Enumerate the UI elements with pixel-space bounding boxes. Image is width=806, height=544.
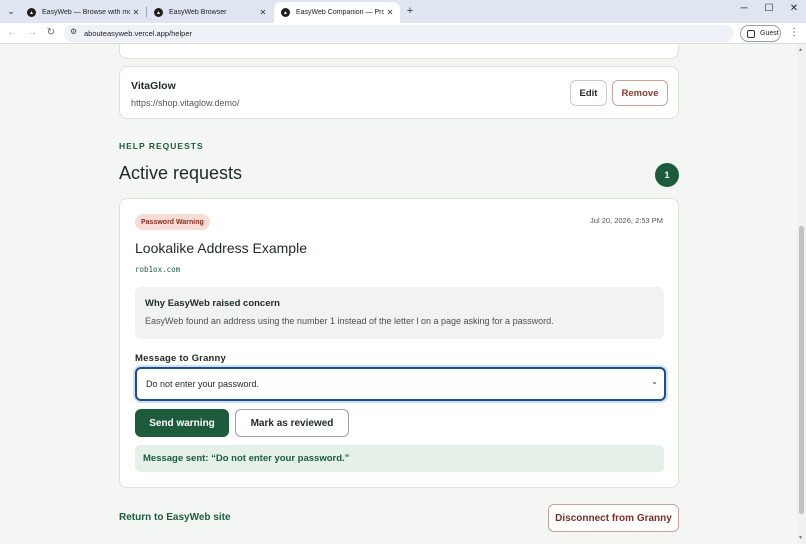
site-name: VitaGlow: [131, 80, 176, 92]
site-url: https://shop.vitaglow.demo/: [131, 98, 240, 108]
mark-reviewed-button[interactable]: Mark as reviewed: [235, 409, 349, 437]
tab-easyweb-companion[interactable]: ▲ EasyWeb Companion — Protot ✕: [274, 2, 400, 23]
easyweb-favicon-icon: ▲: [281, 8, 290, 17]
request-title: Lookalike Address Example: [135, 240, 307, 256]
status-badge: Password Warning: [135, 214, 210, 230]
tab-search-chevron-icon[interactable]: ⌄: [3, 3, 19, 19]
message-select-value: Do not enter your password.: [146, 379, 260, 389]
forward-arrow-icon[interactable]: →: [26, 27, 38, 38]
tab-easyweb-browser[interactable]: ▲ EasyWeb Browser ✕: [147, 2, 273, 23]
disconnect-button[interactable]: Disconnect from Granny: [548, 504, 679, 532]
request-domain: rob1ox.com: [135, 265, 181, 274]
scroll-thumb[interactable]: [799, 226, 804, 514]
more-menu-icon[interactable]: ⋮: [789, 27, 799, 38]
close-icon[interactable]: ✕: [130, 8, 142, 17]
maximize-button[interactable]: ☐: [761, 3, 777, 14]
concern-text: EasyWeb found an address using the numbe…: [145, 316, 554, 326]
site-settings-icon[interactable]: ⚙: [70, 27, 77, 36]
page-content: VitaGlow https://shop.vitaglow.demo/ Edi…: [0, 44, 797, 544]
profile-button[interactable]: Guest: [740, 25, 781, 42]
sent-confirmation: Message sent: “Do not enter your passwor…: [135, 445, 664, 472]
concern-box: Why EasyWeb raised concern EasyWeb found…: [135, 287, 664, 339]
send-warning-button[interactable]: Send warning: [135, 409, 229, 437]
site-card: VitaGlow https://shop.vitaglow.demo/ Edi…: [119, 66, 679, 119]
request-card: Password Warning Jul 20, 2026, 2:53 PM L…: [119, 198, 679, 488]
close-icon[interactable]: ✕: [384, 8, 396, 17]
scrollbar[interactable]: ▲ ▼: [797, 44, 806, 544]
request-count-badge: 1: [655, 163, 679, 187]
back-arrow-icon[interactable]: ←: [6, 27, 18, 38]
close-window-button[interactable]: ✕: [786, 3, 802, 14]
concern-title: Why EasyWeb raised concern: [145, 298, 280, 309]
message-select[interactable]: Do not enter your password. ⌄: [135, 367, 666, 401]
tab-easyweb-browse[interactable]: ▲ EasyWeb — Browse with more ✕: [20, 2, 146, 23]
site-card-partial: [119, 44, 679, 59]
new-tab-button[interactable]: +: [404, 5, 416, 17]
url-text[interactable]: abouteasyweb.vercel.app/helper: [84, 29, 192, 38]
sent-status-text: Message sent: “Do not enter your passwor…: [143, 453, 350, 464]
section-label: HELP REQUESTS: [119, 141, 204, 151]
close-icon[interactable]: ✕: [257, 8, 269, 17]
minimize-button[interactable]: ─: [736, 3, 752, 14]
easyweb-favicon-icon: ▲: [27, 8, 36, 17]
remove-button[interactable]: Remove: [612, 80, 668, 106]
page-title: Active requests: [119, 163, 243, 183]
scroll-up-icon[interactable]: ▲: [798, 47, 803, 53]
profile-icon: [747, 29, 755, 38]
edit-button[interactable]: Edit: [570, 80, 607, 106]
profile-label: Guest: [760, 30, 779, 37]
scroll-down-icon[interactable]: ▼: [798, 535, 803, 541]
easyweb-favicon-icon: ▲: [154, 8, 163, 17]
tab-strip: ⌄ ▲ EasyWeb — Browse with more ✕ ▲ EasyW…: [0, 0, 806, 23]
chevron-down-icon: ⌄: [651, 377, 658, 386]
request-timestamp: Jul 20, 2026, 2:53 PM: [590, 216, 663, 225]
reload-icon[interactable]: ↻: [45, 27, 57, 38]
return-link[interactable]: Return to EasyWeb site: [119, 512, 231, 523]
browser-toolbar: ← → ↻ ⚙ abouteasyweb.vercel.app/helper G…: [0, 23, 806, 44]
message-label: Message to Granny: [135, 353, 227, 364]
address-bar[interactable]: ⚙ abouteasyweb.vercel.app/helper: [64, 25, 734, 42]
